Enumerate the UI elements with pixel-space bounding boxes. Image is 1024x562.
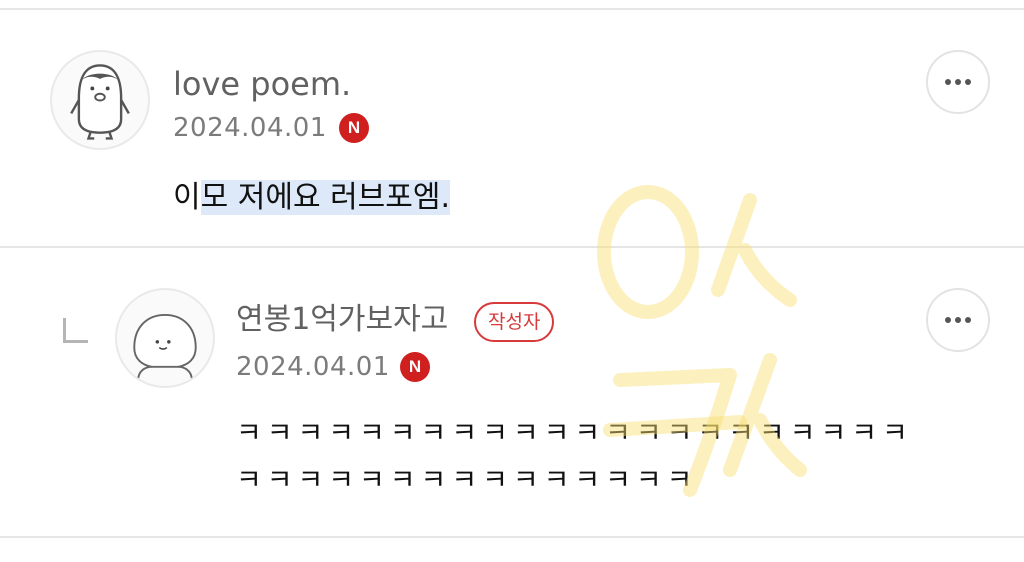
more-options-icon (945, 79, 951, 85)
more-options-icon (945, 317, 951, 323)
new-badge-icon: N (339, 113, 369, 143)
reply-text-line-2: ㅋㅋㅋㅋㅋㅋㅋㅋㅋㅋㅋㅋㅋㅋㅋ (236, 463, 698, 496)
comment-author[interactable]: love poem. (173, 68, 351, 100)
author-badge: 작성자 (474, 302, 555, 342)
new-badge-icon: N (400, 352, 430, 382)
comment-divider (0, 246, 1024, 248)
comment-text-plain: 이 (173, 180, 201, 215)
reply-author[interactable]: 연봉1억가보자고 (236, 305, 448, 335)
avatar[interactable] (115, 288, 215, 388)
more-options-button[interactable] (926, 50, 990, 114)
comment-text: 이모 저에요 러브포엠. (173, 172, 451, 216)
bottom-divider (0, 536, 1024, 538)
comment-date: 2024.04.01 (173, 113, 327, 143)
comment-text-selected: 모 저에요 러브포엠. (200, 180, 451, 215)
reply-text-line-1: ㅋㅋㅋㅋㅋㅋㅋㅋㅋㅋㅋㅋㅋㅋㅋㅋㅋㅋㅋㅋㅋㅋ (236, 416, 913, 449)
penguin-avatar-icon (70, 64, 130, 140)
reply-arrow-icon (63, 318, 88, 343)
seal-avatar-icon (133, 313, 197, 381)
more-options-button[interactable] (926, 288, 990, 352)
reply-date: 2024.04.01 (236, 352, 390, 382)
top-divider (0, 8, 1024, 10)
avatar[interactable] (50, 50, 150, 150)
